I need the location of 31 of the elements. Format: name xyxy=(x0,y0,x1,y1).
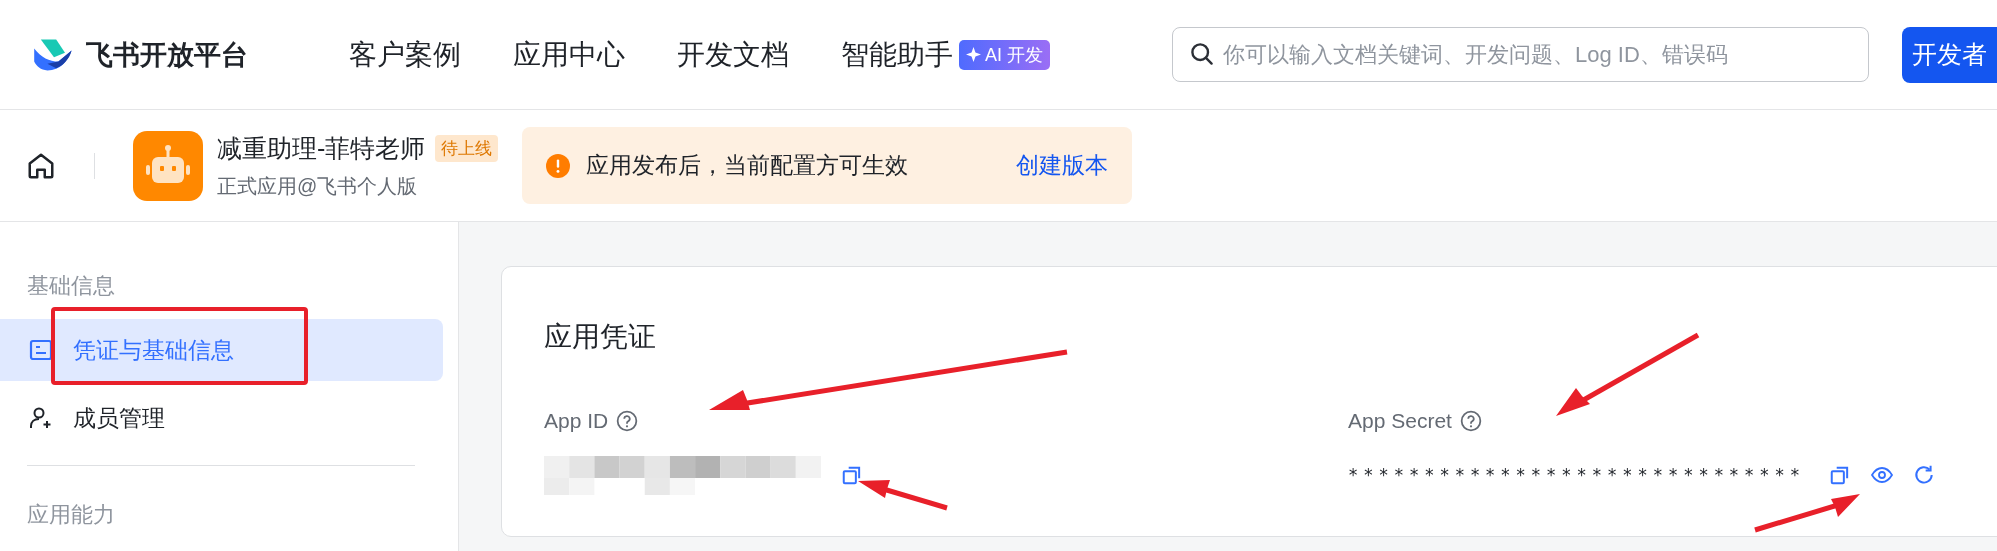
nav-link[interactable]: 应用中心 xyxy=(513,35,625,74)
notice-text: 应用发布后，当前配置方可生效 xyxy=(586,151,909,180)
refresh-icon[interactable] xyxy=(1913,464,1936,486)
eye-icon[interactable] xyxy=(1871,464,1894,486)
robot-app-icon xyxy=(133,130,203,201)
search-icon xyxy=(1190,42,1214,66)
sidebar-item[interactable]: 成员管理 xyxy=(0,387,443,449)
field-label: App ID xyxy=(544,409,609,433)
nav-link[interactable]: 智能助手 AI 开发 xyxy=(841,35,1050,74)
section-title: 应用能力 xyxy=(27,503,116,527)
field-label: App Secret xyxy=(1348,409,1452,433)
warning-icon xyxy=(546,153,571,178)
developer-button[interactable]: 开发者 xyxy=(1902,26,1997,83)
ai-badge: AI 开发 xyxy=(959,39,1050,70)
sidebar-item[interactable]: 凭证与基础信息 xyxy=(0,319,443,381)
help-icon[interactable] xyxy=(1459,410,1482,432)
secret-value: ****************************** xyxy=(1348,465,1806,485)
nav-link[interactable]: 开发文档 xyxy=(677,35,789,74)
app-name: 减重助理-菲特老师 xyxy=(217,132,426,164)
section-title: 基础信息 xyxy=(27,274,116,298)
add-user-icon xyxy=(29,406,53,430)
app-subtitle: 正式应用@飞书个人版 xyxy=(217,173,419,199)
search-field[interactable]: 你可以输入文档关键词、开发问题、Log ID、错误码 xyxy=(1172,27,1869,82)
logo-text[interactable]: 飞书开放平台 xyxy=(86,36,248,73)
status-tag: 待上线 xyxy=(435,134,499,162)
document-icon xyxy=(29,338,53,362)
nav-link[interactable]: 客户案例 xyxy=(349,35,461,74)
copy-icon[interactable] xyxy=(841,464,863,486)
card-title: 应用凭证 xyxy=(544,320,657,354)
help-icon[interactable] xyxy=(616,410,639,432)
create-version-link[interactable]: 创建版本 xyxy=(1016,150,1109,181)
